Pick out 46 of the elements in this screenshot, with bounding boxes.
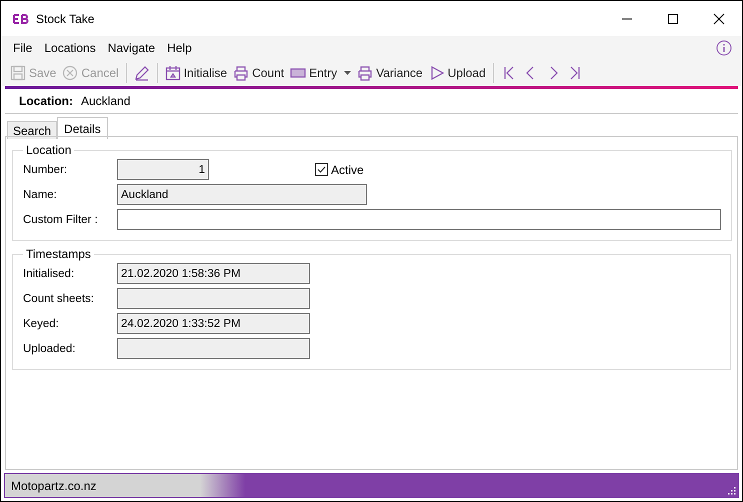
pencil-icon: [134, 65, 150, 81]
maximize-icon: [667, 12, 679, 24]
tab[interactable]: Search: [7, 121, 58, 139]
toolbar-button[interactable]: Count: [230, 61, 288, 85]
location-label: Location:: [19, 94, 73, 108]
app-logo-icon: [13, 14, 29, 24]
toolbar-button[interactable]: Variance: [354, 61, 426, 85]
caret-icon: [344, 71, 352, 75]
custom-filter-field[interactable]: [117, 209, 721, 230]
toolbar-button[interactable]: Initialise: [162, 61, 230, 85]
window-title: Stock Take: [36, 12, 94, 26]
toolbar-button[interactable]: Upload: [426, 61, 489, 85]
name-field[interactable]: Auckland: [117, 184, 367, 205]
calendar-icon: [164, 65, 181, 81]
cancel-icon: [62, 65, 78, 81]
timestamp-field[interactable]: [117, 338, 310, 359]
location-value: Auckland: [81, 94, 130, 108]
timestamp-field[interactable]: [117, 288, 310, 309]
number-field[interactable]: 1: [117, 159, 209, 180]
play-icon: [428, 65, 445, 81]
check-icon: [316, 164, 327, 175]
field-label: Uploaded:: [23, 342, 76, 354]
menu-item[interactable]: Locations: [38, 41, 102, 55]
group-title: Location: [25, 143, 72, 157]
status-text: Motopartz.co.nz: [11, 478, 96, 492]
field-label: Custom Filter :: [23, 214, 99, 226]
menu-item[interactable]: File: [7, 41, 38, 55]
field-label: Initialised:: [23, 268, 76, 280]
toolbar-button[interactable]: Entry: [287, 61, 354, 85]
timestamp-field[interactable]: 24.02.2020 1:33:52 PM: [117, 313, 310, 334]
timestamp-field[interactable]: 21.02.2020 1:58:36 PM: [117, 263, 310, 284]
active-checkbox[interactable]: Active: [315, 162, 364, 176]
tab[interactable]: Details: [57, 117, 108, 139]
info-icon[interactable]: [716, 40, 732, 56]
printer-icon: [233, 65, 250, 81]
field-label: Number:: [23, 164, 68, 176]
printer-icon: [357, 65, 374, 81]
save-icon: [10, 65, 26, 81]
group-title: Timestamps: [25, 247, 92, 261]
field-label: Count sheets:: [23, 292, 95, 304]
menu-item[interactable]: Help: [161, 41, 198, 55]
menu-item[interactable]: Navigate: [102, 41, 162, 55]
field-label: Keyed:: [23, 318, 60, 330]
resize-grip-icon[interactable]: [728, 487, 736, 495]
field-label: Name:: [23, 188, 58, 200]
close-icon: [713, 12, 725, 24]
